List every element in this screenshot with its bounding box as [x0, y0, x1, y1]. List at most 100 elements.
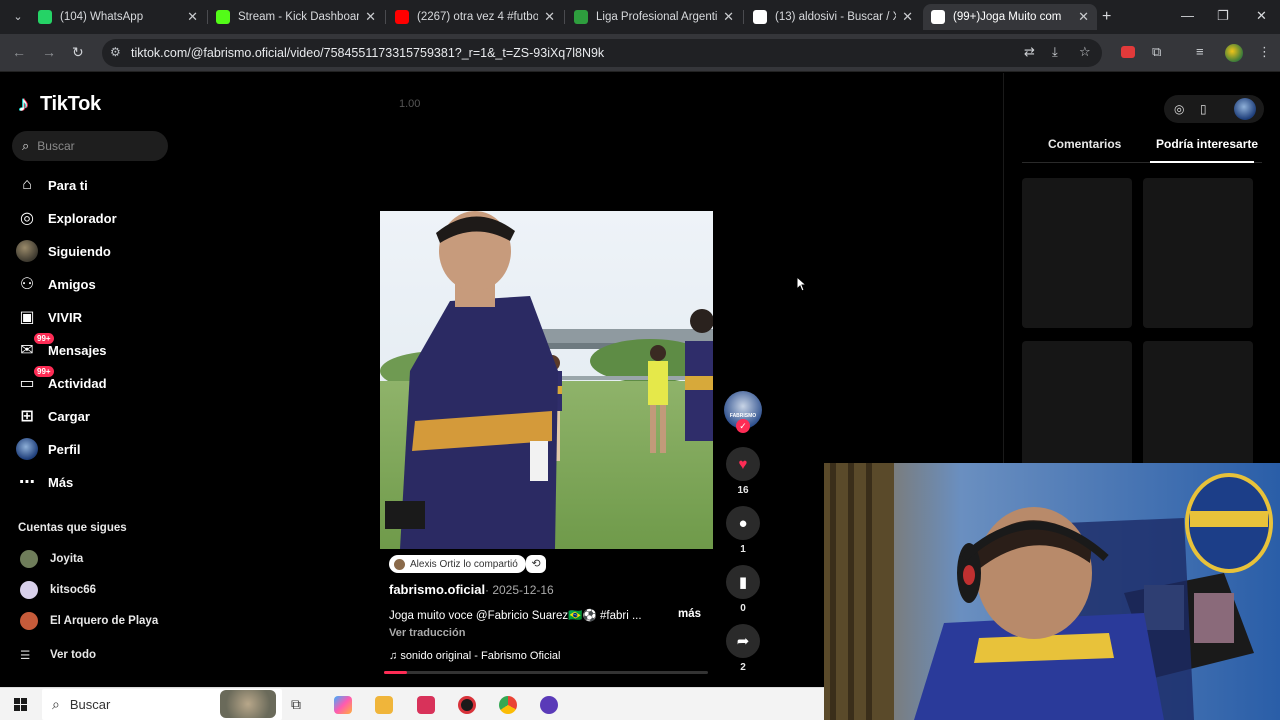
browser-tab[interactable]: (2267) otra vez 4 #futbol - ✕: [387, 4, 563, 30]
nav-item-m-s[interactable]: ⋯ Más: [16, 470, 73, 494]
nav-item-perfil[interactable]: Perfil: [16, 437, 81, 461]
shared-by-chip[interactable]: Alexis Ortiz lo compartió: [389, 555, 526, 573]
nav-item-amigos[interactable]: ⚇ Amigos: [16, 272, 96, 296]
close-tab-icon[interactable]: ✕: [723, 9, 734, 25]
see-all-link[interactable]: ☰ Ver todo: [20, 645, 96, 665]
restore-icon[interactable]: ❐: [1217, 8, 1229, 24]
close-tab-icon[interactable]: ✕: [187, 9, 198, 25]
phone-icon[interactable]: ▯: [1200, 102, 1207, 116]
close-tab-icon[interactable]: ✕: [544, 9, 555, 25]
suggested-video-thumb[interactable]: [1143, 178, 1253, 328]
tab-search-icon[interactable]: ⌄: [8, 7, 28, 27]
close-tab-icon[interactable]: ✕: [1078, 9, 1089, 25]
browser-tab[interactable]: (13) aldosivi - Buscar / X ✕: [745, 4, 921, 30]
nav-item-vivir[interactable]: ▣ VIVIR: [16, 305, 82, 329]
close-tab-icon[interactable]: ✕: [902, 9, 913, 25]
search-input[interactable]: ⌕ Buscar: [12, 131, 168, 161]
site-info-icon[interactable]: ⚙: [110, 45, 121, 59]
bookmark-star-icon[interactable]: ☆: [1079, 44, 1091, 60]
comment-count: 1: [740, 544, 746, 555]
nav-label: Perfil: [48, 441, 81, 457]
minimize-icon[interactable]: —: [1181, 8, 1194, 23]
search-highlight-icon[interactable]: [220, 690, 276, 718]
see-translation-link[interactable]: Ver traducción: [389, 627, 465, 639]
search-placeholder: Buscar: [37, 139, 75, 153]
nav-label: Mensajes: [48, 342, 107, 358]
copilot-icon[interactable]: [334, 696, 352, 714]
bookmark-icon[interactable]: ▮: [726, 565, 760, 599]
tab-podria-interesarte[interactable]: Podría interesarte: [1156, 137, 1258, 151]
notification-badge: 99+: [34, 333, 54, 344]
tab-separator: [564, 10, 565, 24]
compass-small-icon[interactable]: ◎: [1174, 102, 1184, 116]
share-arrow-icon[interactable]: ➦: [726, 624, 760, 658]
comment-icon[interactable]: ●: [726, 506, 760, 540]
chrome-menu-icon[interactable]: ⋮: [1258, 44, 1271, 60]
tab-separator: [743, 10, 744, 24]
nav-item-actividad[interactable]: ▭ 99+ Actividad: [16, 366, 107, 395]
taskbar-search-icon: ⌕: [52, 696, 60, 712]
like-action[interactable]: ♥ 16: [724, 447, 762, 496]
tab-comentarios[interactable]: Comentarios: [1048, 137, 1121, 151]
comment-action[interactable]: ● 1: [724, 506, 762, 555]
save-count: 0: [740, 603, 746, 614]
app-icon[interactable]: [417, 696, 435, 714]
nav-item-mensajes[interactable]: ✉ 99+ Mensajes: [16, 333, 107, 362]
app-taskbar-icon[interactable]: [540, 696, 558, 714]
forward-icon[interactable]: →: [42, 44, 56, 60]
extensions-puzzle-icon[interactable]: ⧉: [1152, 44, 1161, 60]
install-app-icon[interactable]: ⤓: [1052, 44, 1058, 60]
suggested-video-thumb[interactable]: [1022, 178, 1132, 328]
caption-more-link[interactable]: más: [678, 608, 701, 620]
close-window-icon[interactable]: ✕: [1256, 8, 1267, 24]
nav-item-para-ti[interactable]: ⌂ Para ti: [16, 173, 88, 197]
repost-icon[interactable]: ⟲: [526, 555, 546, 573]
task-view-icon[interactable]: ⧉: [291, 696, 309, 714]
media-control-icon[interactable]: ≡: [1196, 44, 1204, 59]
playback-speed[interactable]: 1.00: [399, 98, 420, 110]
translate-icon[interactable]: ⇄: [1024, 44, 1035, 60]
chrome-profile-avatar[interactable]: [1225, 44, 1243, 62]
windows-taskbar: ⌕ Buscar ⧉: [0, 687, 824, 720]
tab-title: (104) WhatsApp: [60, 11, 144, 23]
close-tab-icon[interactable]: ✕: [365, 9, 376, 25]
reload-icon[interactable]: ↻: [72, 44, 84, 61]
see-all-label: Ver todo: [50, 649, 97, 661]
profile-avatar[interactable]: [1234, 98, 1256, 120]
new-tab-button[interactable]: +: [1102, 8, 1111, 26]
nav-item-siguiendo[interactable]: Siguiendo: [16, 239, 111, 263]
follow-check-icon[interactable]: ✓: [736, 419, 750, 433]
following-account[interactable]: El Arquero de Playa: [20, 611, 158, 631]
following-account[interactable]: kitsoc66: [20, 580, 96, 600]
heart-icon[interactable]: ♥: [726, 447, 760, 481]
obs-icon[interactable]: [458, 696, 476, 714]
video-date: · 2025-12-16: [485, 583, 554, 597]
back-icon[interactable]: ←: [12, 44, 26, 60]
account-name: kitsoc66: [50, 584, 97, 596]
browser-tab[interactable]: Liga Profesional Argentina ✕: [566, 4, 742, 30]
video-author[interactable]: fabrismo.oficial: [389, 582, 485, 597]
nav-item-explorador[interactable]: ◎ Explorador: [16, 206, 117, 230]
nav-item-cargar[interactable]: ⊞ Cargar: [16, 404, 90, 428]
like-count: 16: [737, 485, 749, 496]
browser-tab[interactable]: Stream - Kick Dashboard ✕: [208, 4, 384, 30]
youtube-extension-icon[interactable]: [1121, 46, 1135, 58]
file-explorer-icon[interactable]: [375, 696, 393, 714]
tiktok-logo[interactable]: TikTok: [18, 91, 101, 117]
address-bar[interactable]: ⚙ tiktok.com/@fabrismo.oficial/video/758…: [102, 39, 1102, 67]
browser-toolbar: ← → ↻ ⚙ tiktok.com/@fabrismo.oficial/vid…: [0, 34, 1280, 72]
following-account[interactable]: Joyita: [20, 549, 83, 569]
video-sound[interactable]: ♫ sonido original - Fabrismo Oficial: [389, 650, 560, 662]
share-action[interactable]: ➦ 2: [724, 624, 762, 673]
account-avatar: [20, 612, 38, 630]
chrome-taskbar-icon[interactable]: [499, 696, 517, 714]
video-progress-bar[interactable]: [384, 671, 708, 674]
video-player[interactable]: [380, 211, 713, 549]
account-name: Joyita: [50, 553, 84, 565]
save-action[interactable]: ▮ 0: [724, 565, 762, 614]
more-dots-icon: ⋯: [19, 474, 35, 491]
account-avatar: [20, 581, 38, 599]
windows-start-icon[interactable]: [14, 698, 27, 711]
browser-tab[interactable]: (99+)Joga Muito com ✕: [923, 4, 1097, 30]
browser-tab[interactable]: (104) WhatsApp ✕: [30, 4, 206, 30]
